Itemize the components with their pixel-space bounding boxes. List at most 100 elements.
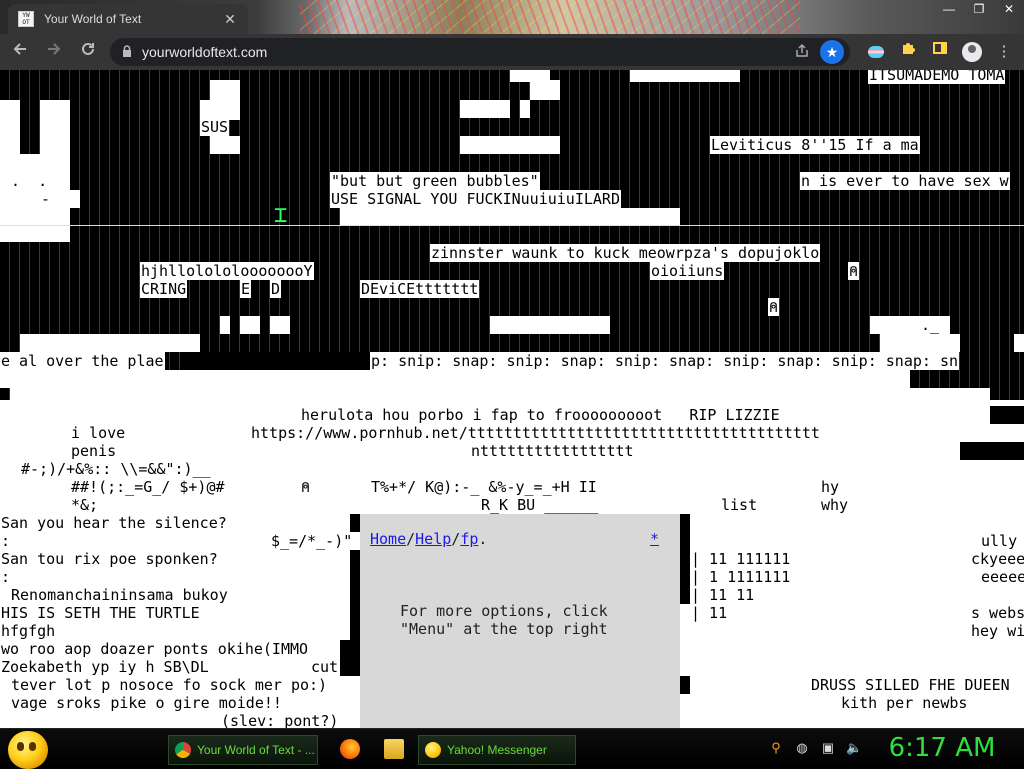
- world-of-text-canvas[interactable]: ITSUMADEMO TOMA SUS Leviticus 8''15 If a…: [0, 70, 1024, 728]
- black-block: [990, 406, 1024, 424]
- folder-icon[interactable]: [384, 739, 404, 759]
- cursor-guide-line: [0, 225, 1024, 226]
- text-ully: ully: [980, 532, 1019, 550]
- text-cell-block: [210, 136, 240, 154]
- restore-button[interactable]: ❐: [964, 0, 994, 18]
- text-cell-block: [460, 100, 510, 118]
- text-cell-block: [460, 136, 560, 154]
- text-symbols-3: T%+*/ K@):-_ &%-y_=_+H II: [370, 478, 598, 496]
- black-block: [180, 352, 370, 370]
- text-eeeee: eeeee: [980, 568, 1024, 586]
- text-cell-block: [240, 316, 260, 334]
- clock[interactable]: 6:17 AM: [872, 733, 1012, 763]
- text-cell-block: [220, 316, 230, 334]
- text-colon: :: [0, 532, 12, 550]
- text-why: why: [820, 496, 850, 514]
- text-penis: penis: [70, 442, 118, 460]
- text-cell-block: [70, 190, 80, 208]
- text-ones-4: | 11: [690, 604, 729, 622]
- url-text[interactable]: yourworldoftext.com: [142, 44, 267, 60]
- text-green-bubbles: "but but green bubbles": [330, 172, 540, 190]
- bookmark-star-icon[interactable]: ★: [820, 40, 844, 64]
- text-cell-block: [0, 100, 20, 160]
- profile-avatar-icon[interactable]: [958, 38, 986, 66]
- text-al-over: e al over the plae: [0, 352, 165, 370]
- forward-button[interactable]: [40, 38, 68, 66]
- task-yahoo-messenger[interactable]: Yahoo! Messenger: [418, 735, 576, 765]
- text-zoekabeth: Zoekabeth yp iy h SB\DL: [0, 658, 210, 676]
- text-ones-1: | 11 111111: [690, 550, 792, 568]
- firefox-icon[interactable]: [340, 739, 360, 759]
- lock-icon[interactable]: [122, 44, 132, 60]
- black-block: [340, 640, 360, 676]
- close-window-button[interactable]: ✕: [994, 0, 1024, 18]
- text-hy: hy: [820, 478, 841, 496]
- favicon: YW OT: [18, 11, 34, 27]
- sidepanel-icon[interactable]: [926, 38, 954, 66]
- text-colon-2: :: [0, 568, 12, 586]
- text-cut: cut: [310, 658, 340, 676]
- address-bar[interactable]: yourworldoftext.com ★: [110, 38, 850, 66]
- puzzle-extensions-icon[interactable]: [894, 38, 922, 66]
- system-tray: ⚲ ◍ ▣ 🔈: [768, 739, 862, 757]
- help-menu-panel: Home/Help/fp. * For more options, click "…: [360, 514, 680, 728]
- menu-nav: Home/Help/fp.: [370, 530, 487, 548]
- volume-icon[interactable]: 🔈: [846, 739, 862, 757]
- text-cell-block: [630, 70, 740, 82]
- text-cell-block: [270, 316, 290, 334]
- text-cell-block: [880, 334, 960, 352]
- text-dots: . .: [10, 172, 49, 190]
- menu-info-line-2: "Menu" at the top right: [400, 620, 608, 638]
- text-renoman: Renomanchaininsama bukoy: [10, 586, 229, 604]
- start-smiley-orb-icon[interactable]: [8, 731, 48, 769]
- tab-title: Your World of Text: [44, 12, 142, 26]
- text-zinnster: zinnster waunk to kuck meowrpza's dopujo…: [430, 244, 821, 262]
- search-icon[interactable]: ⚲: [768, 739, 784, 757]
- arrow-left-icon: [13, 43, 26, 55]
- text-underscore: ._: [921, 316, 940, 334]
- window-controls: — ❐ ✕: [934, 0, 1024, 18]
- text-url: https://www.pornhub.net/tttttttttttttttt…: [250, 424, 821, 442]
- nav-dot: .: [478, 530, 488, 548]
- reload-button[interactable]: [74, 38, 102, 66]
- black-block: [680, 676, 690, 694]
- text-dash: -: [40, 190, 52, 208]
- circle-status-icon[interactable]: ◍: [794, 739, 810, 757]
- minimize-button[interactable]: —: [934, 0, 964, 18]
- close-menu-link[interactable]: *: [650, 530, 659, 548]
- text-rk-bu: R_K BU ______: [480, 496, 600, 514]
- text-signal: USE SIGNAL YOU FUCKINuuiuiuILARD: [330, 190, 621, 208]
- text-oioiiuns: oioiiuns: [650, 262, 725, 280]
- text-wo-roo: wo roo aop doazer ponts okihe(IMMO: [0, 640, 310, 658]
- nav-separator: /: [406, 530, 416, 548]
- text-hey-wi: hey wi: [970, 622, 1024, 640]
- text-ones-3: | 11 11: [690, 586, 756, 604]
- arrow-right-icon: [48, 43, 61, 55]
- text-webs: s webs: [970, 604, 1024, 622]
- network-icon[interactable]: ▣: [820, 739, 836, 757]
- text-d: D: [270, 280, 282, 298]
- home-link[interactable]: Home: [370, 530, 406, 548]
- task-your-world-of-text[interactable]: Your World of Text - ...: [168, 735, 318, 765]
- symbol-lamp-icon: ⍝: [300, 478, 312, 496]
- fp-link[interactable]: fp: [460, 530, 478, 548]
- back-button[interactable]: [6, 38, 34, 66]
- tab-your-world-of-text[interactable]: YW OT Your World of Text ✕: [8, 4, 248, 34]
- text-cursor-icon: ⌶: [274, 203, 288, 228]
- kebab-menu-icon[interactable]: ⋮: [990, 38, 1018, 66]
- text-cell-block: [490, 316, 610, 334]
- share-icon[interactable]: [794, 43, 810, 62]
- text-cell-block: [1014, 334, 1024, 352]
- text-vage: vage sroks pike o gire moide!!: [10, 694, 283, 712]
- text-sex: n is ever to have sex w: [800, 172, 1010, 190]
- black-block: [350, 550, 360, 640]
- black-block: [350, 514, 360, 532]
- pride-flag-extension-icon[interactable]: [862, 38, 890, 66]
- help-link[interactable]: Help: [415, 530, 451, 548]
- text-cell-block: [340, 208, 680, 226]
- text-cell-block: [200, 100, 240, 120]
- text-device: DEviCEttttttt: [360, 280, 480, 298]
- tab-close-icon[interactable]: ✕: [222, 11, 238, 27]
- text-kith: kith per newbs: [840, 694, 969, 712]
- text-leviticus: Leviticus 8''15 If a ma: [710, 136, 920, 154]
